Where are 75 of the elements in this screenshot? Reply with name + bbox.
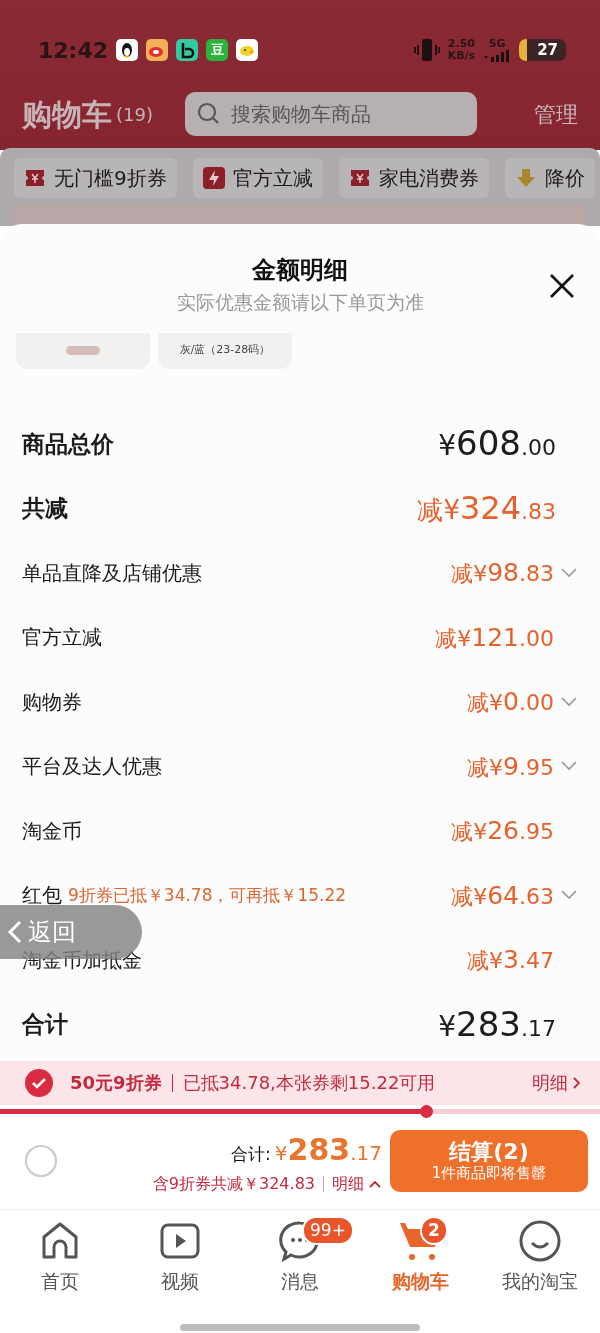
network-speed: 2.50 bbox=[447, 38, 476, 50]
tab[interactable]: 视频 bbox=[120, 1217, 240, 1306]
product-thumbnail[interactable] bbox=[16, 332, 150, 369]
back-chevron-icon bbox=[6, 919, 24, 945]
row-label: 官方立减 bbox=[22, 624, 102, 652]
filter-chip[interactable]: 降价 bbox=[504, 158, 595, 198]
total-amount: ¥283.17 bbox=[274, 1130, 382, 1169]
chevron-down-icon[interactable] bbox=[560, 889, 578, 902]
chevron-down-icon[interactable] bbox=[560, 566, 578, 579]
filter-chip[interactable]: 无门槛9折券 bbox=[14, 158, 177, 198]
close-icon bbox=[548, 272, 576, 300]
search-field[interactable]: 搜索购物车商品 bbox=[185, 92, 478, 136]
tab[interactable]: 我的淘宝 bbox=[480, 1217, 600, 1306]
bolt-icon bbox=[202, 167, 225, 189]
amount: 减¥324.83 bbox=[417, 488, 556, 530]
filter-chip[interactable]: 官方立减 bbox=[192, 158, 323, 198]
chevron-up-icon bbox=[368, 1178, 382, 1189]
battery-level: 27 bbox=[519, 38, 566, 62]
amount: 减¥64.63 bbox=[451, 879, 554, 912]
network-type: 5G bbox=[488, 38, 506, 50]
eye-app-icon bbox=[146, 39, 169, 61]
tag-badge bbox=[66, 346, 100, 355]
tab[interactable]: 消息 99+ bbox=[240, 1217, 360, 1306]
tab[interactable]: 首页 bbox=[0, 1217, 120, 1306]
row-label: 共减 bbox=[22, 494, 68, 523]
coupon-detail: 已抵34.78,本张券剩15.22可用 bbox=[182, 1071, 436, 1095]
variant-caption: 灰/蓝（23-28码） bbox=[179, 342, 271, 359]
row-label: 购物券 bbox=[22, 688, 82, 716]
detail-link[interactable]: 明细 bbox=[332, 1171, 382, 1196]
chevron-down-icon[interactable] bbox=[560, 695, 578, 708]
amount: 减¥9.95 bbox=[467, 750, 554, 783]
douban-app-icon: 豆 bbox=[206, 39, 229, 61]
notification-badge: 2 bbox=[420, 1215, 448, 1245]
chevron-down-icon[interactable] bbox=[560, 760, 578, 773]
saving-text: 含9折券共减￥324.83 bbox=[152, 1172, 315, 1195]
filter-chip[interactable]: 家电消费券 bbox=[338, 158, 489, 198]
sheet-subtitle: 实际优惠金额请以下单页为准 bbox=[176, 291, 424, 313]
vibrate-icon bbox=[413, 37, 440, 63]
sheet-title: 金额明细 bbox=[252, 256, 348, 284]
detail-link[interactable]: 明细 bbox=[532, 1069, 582, 1096]
status-time: 12:42 bbox=[38, 36, 109, 65]
amount: ¥608.00 bbox=[438, 422, 556, 466]
amount: ¥283.17 bbox=[438, 1002, 556, 1046]
amount: 减¥26.95 bbox=[451, 815, 554, 847]
row-label: 平台及达人优惠 bbox=[22, 753, 162, 781]
coupon-icon bbox=[24, 167, 46, 189]
row-label: 商品总价 bbox=[22, 429, 114, 459]
notification-badge: 99+ bbox=[302, 1215, 354, 1245]
product-thumbnail[interactable]: 灰/蓝（23-28码） bbox=[158, 332, 292, 369]
manage-link[interactable]: 管理 bbox=[510, 97, 578, 131]
smiley-icon bbox=[518, 1218, 562, 1263]
coupon-checkbox[interactable] bbox=[24, 1067, 54, 1098]
row-label: 单品直降及店铺优惠 bbox=[22, 559, 202, 587]
select-all-checkbox[interactable] bbox=[24, 1144, 58, 1178]
tab[interactable]: 购物车 2 bbox=[360, 1217, 480, 1306]
coupon-icon bbox=[348, 167, 371, 189]
discount-note: 9折券已抵￥34.78，可再抵￥15.22 bbox=[68, 883, 347, 907]
b-app-icon bbox=[176, 39, 199, 61]
row-label: 合计 bbox=[22, 1010, 68, 1039]
amount: 减¥98.83 bbox=[451, 557, 554, 589]
coupon-name: 50元9折券 bbox=[70, 1071, 162, 1095]
amount: 减¥121.00 bbox=[435, 621, 554, 654]
amount: 减¥3.47 bbox=[467, 944, 554, 976]
cart-count: (19) bbox=[116, 102, 153, 127]
signal-icon bbox=[483, 49, 512, 62]
row-label: 淘金币 bbox=[22, 817, 82, 845]
total-label: 合计: bbox=[231, 1142, 271, 1166]
chevron-right-icon bbox=[572, 1075, 582, 1090]
speed-unit: KB/s bbox=[447, 50, 476, 62]
penguin-app-icon bbox=[116, 39, 139, 61]
down-arrow-icon bbox=[514, 167, 537, 189]
close-button[interactable] bbox=[548, 272, 576, 300]
chick-app-icon bbox=[236, 39, 259, 61]
cart-title: 购物车 bbox=[22, 95, 112, 134]
amount: 减¥0.00 bbox=[467, 686, 554, 718]
